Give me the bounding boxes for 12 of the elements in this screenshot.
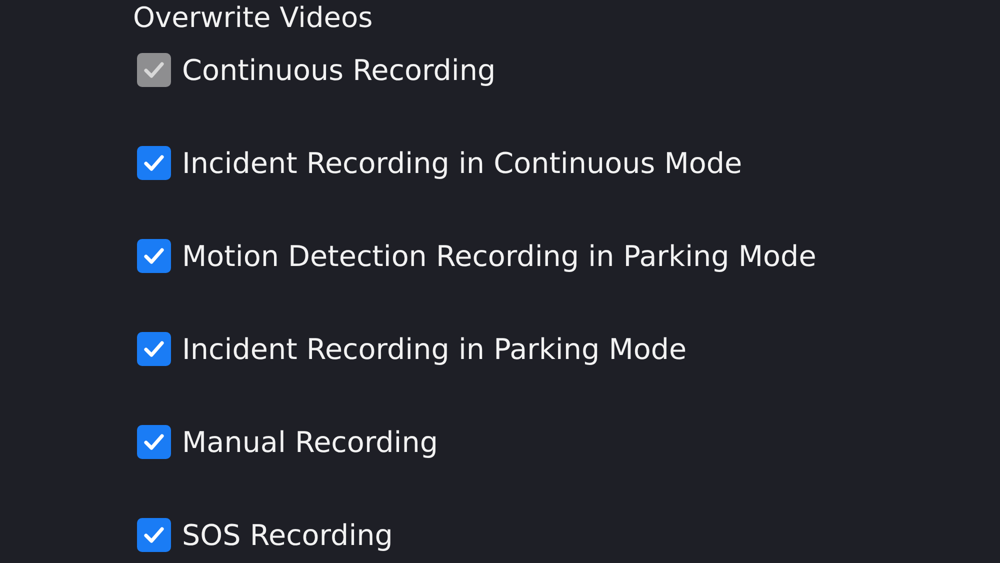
checkbox[interactable] [137,518,171,552]
checkbox-label: Manual Recording [182,425,438,459]
checkbox[interactable] [137,332,171,366]
checkbox[interactable] [137,425,171,459]
checkbox-label: Continuous Recording [182,53,496,87]
checkbox-label: SOS Recording [182,518,393,552]
checkbox-label: Motion Detection Recording in Parking Mode [182,239,816,273]
checkbox[interactable] [137,146,171,180]
section-heading: Overwrite Videos [133,0,373,36]
checkbox[interactable] [137,239,171,273]
checkbox-label: Incident Recording in Continuous Mode [182,146,742,180]
checkbox-label: Incident Recording in Parking Mode [182,332,687,366]
